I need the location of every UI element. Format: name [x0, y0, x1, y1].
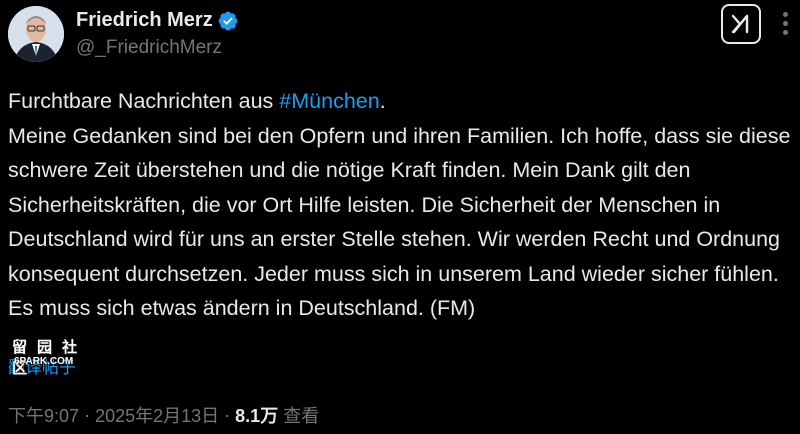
- more-vertical-icon-dot: [782, 20, 788, 26]
- author-handle[interactable]: @_FriedrichMerz: [76, 37, 222, 59]
- views-label: 查看: [283, 406, 320, 426]
- views-count: 8.1万: [235, 406, 279, 426]
- post-time[interactable]: 下午9:07: [8, 402, 79, 428]
- avatar-image: [8, 6, 64, 62]
- post-date[interactable]: 2025年2月13日: [95, 402, 219, 428]
- translate-post-link[interactable]: 翻译帖子: [8, 353, 76, 378]
- tweet-intro-suffix: .: [379, 89, 386, 113]
- avatar[interactable]: [8, 6, 64, 62]
- meta-separator: ·: [84, 404, 91, 425]
- author-display-name[interactable]: Friedrich Merz: [76, 9, 213, 32]
- grok-icon: [731, 14, 749, 34]
- grok-button[interactable]: [721, 4, 761, 44]
- meta-separator: ·: [224, 404, 231, 425]
- more-options-button[interactable]: [773, 8, 797, 38]
- more-vertical-icon-dot: [782, 29, 788, 35]
- tweet-intro: Furchtbare Nachrichten aus: [8, 89, 280, 113]
- more-vertical-icon: [782, 11, 788, 17]
- tweet-meta: 下午9:07 · 2025年2月13日 · 8.1万 查看: [8, 402, 319, 428]
- hashtag-link[interactable]: #München: [279, 89, 379, 113]
- verified-badge-icon[interactable]: [217, 10, 239, 32]
- tweet-body: Meine Gedanken sind bei den Opfern und i…: [8, 123, 797, 321]
- tweet-text: Furchtbare Nachrichten aus #München. Mei…: [8, 84, 793, 326]
- author-name-row: Friedrich Merz: [76, 9, 239, 32]
